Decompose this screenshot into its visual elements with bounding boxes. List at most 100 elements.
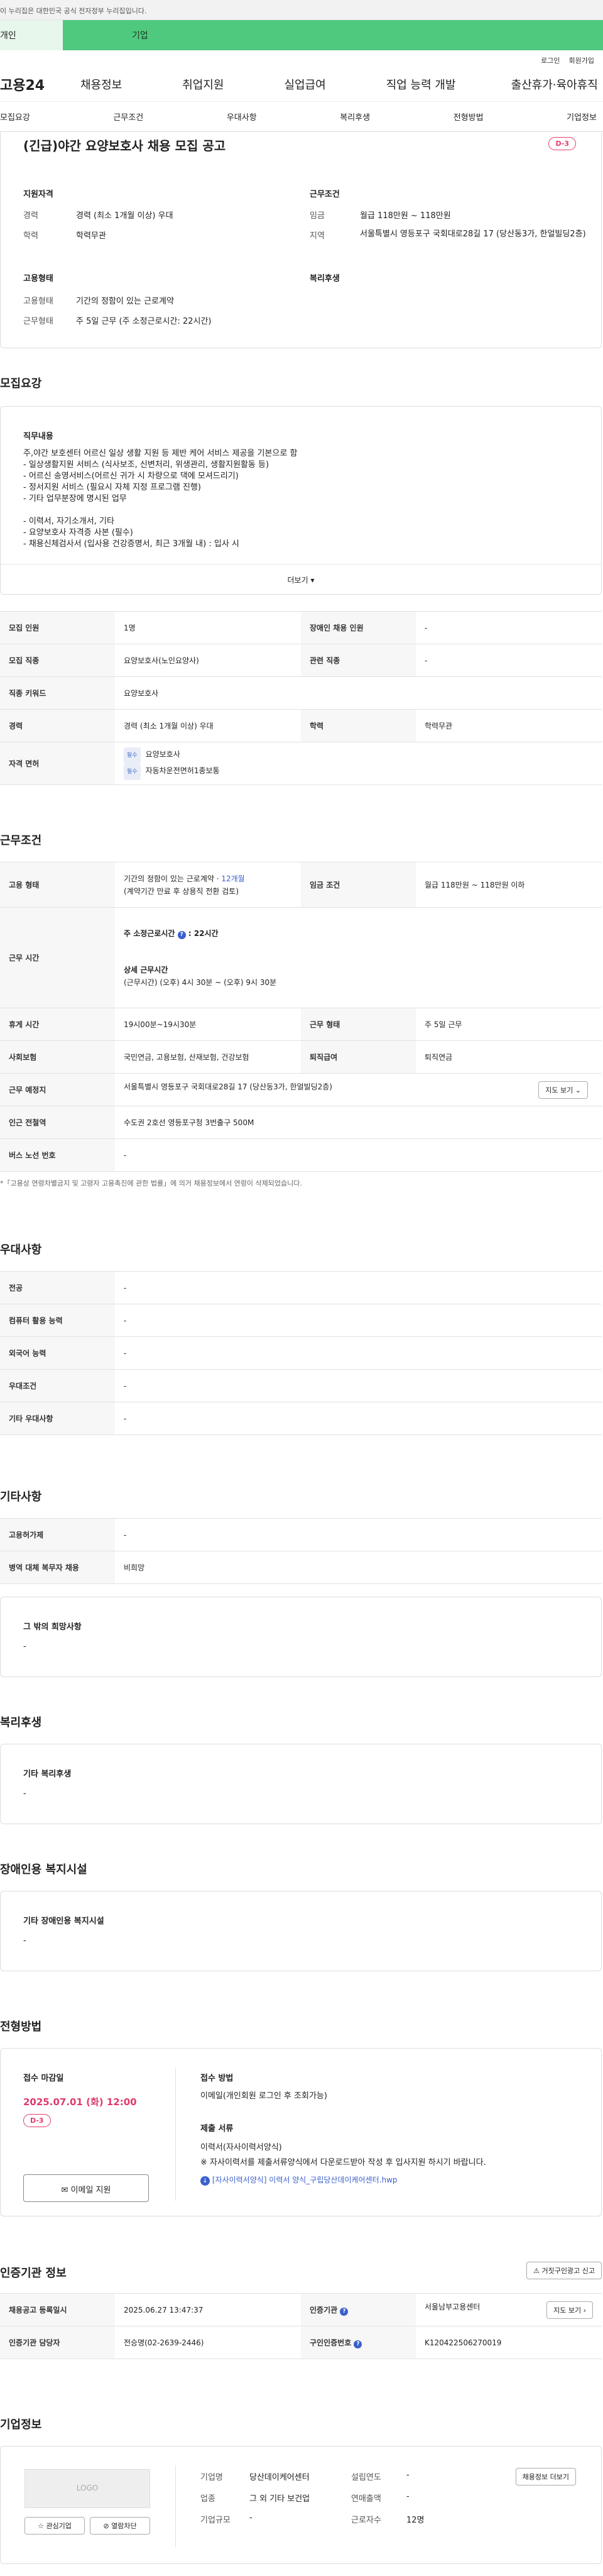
map-button[interactable]: 지도 보기 ⌄: [538, 1081, 588, 1099]
info-icon[interactable]: ?: [177, 930, 186, 939]
org-label-text: 인증기관: [310, 2305, 338, 2315]
download-filename: [자사이력서양식] 이력서 양식_구립당산데이케어센터.hwp: [212, 2176, 398, 2184]
table-row: 버스 노선 번호 -: [0, 1138, 602, 1172]
type-title: 고용형태: [23, 274, 53, 283]
subnav-recruit[interactable]: 모집요강: [0, 111, 30, 123]
subnav-process[interactable]: 전형방법: [454, 111, 484, 123]
welfare-heading: 복리후생: [0, 1716, 42, 1729]
subnav-welfare[interactable]: 복리후생: [340, 111, 370, 123]
subnav-work-conditions[interactable]: 근무조건: [113, 111, 143, 123]
welfare-box: 기타 복리후생 -: [0, 1744, 602, 1824]
company-name-val: 당산데이케어센터: [249, 2473, 310, 2482]
gnb-item-jobs[interactable]: 채용정보: [80, 76, 122, 92]
gnb-item-employment-support[interactable]: 취업지원: [182, 76, 224, 92]
required-chip: 필수: [124, 763, 141, 780]
work-form-val: 주 5일 근무: [416, 1008, 602, 1041]
email-apply-label: 이메일 지원: [70, 2186, 111, 2195]
career-val: 경력 (최소 1개월 이상) 우대: [115, 709, 301, 742]
gnb-item-parental-leave[interactable]: 출산휴가·육아휴직: [511, 76, 598, 92]
email-apply-button[interactable]: ✉ 이메일 지원: [23, 2174, 149, 2202]
pref-language-label: 외국어 능력: [0, 1336, 115, 1370]
table-row: 모집 직종 요양보호사(노인요양사) 관련 직종 -: [0, 644, 602, 677]
disabled-val: -: [23, 1936, 26, 1946]
tab-company[interactable]: 기업: [63, 20, 603, 50]
report-button[interactable]: ⚠ 거짓구인광고 신고: [526, 2262, 602, 2279]
age-notice: *「고용상 연령차별금지 및 고령자 고용촉진에 관한 법률」에 의거 채용정보…: [0, 1179, 302, 1187]
block-view-button[interactable]: ⊘ 열람차단: [90, 2517, 150, 2535]
dday-badge: D-3: [548, 137, 576, 150]
duty-box: 직무내용 주,야간 보호센터 어르신 일상 생활 지원 등 제반 케어 서비스 …: [0, 406, 602, 595]
info-icon[interactable]: ?: [340, 2307, 349, 2316]
process-box: 접수 마감일 2025.07.01 (화) 12:00 D-3 ✉ 이메일 지원…: [0, 2048, 602, 2216]
disabled-heading: 장애인용 복지시설: [0, 1863, 87, 1876]
subnav-company[interactable]: 기업정보: [567, 111, 597, 123]
keyword-val: 요양보호사: [115, 676, 602, 710]
duty-line: - 요양보호사 자격증 사본 (필수): [23, 528, 133, 537]
license-item: 필수 요양보호사: [124, 747, 593, 764]
disabled-count-val: -: [416, 611, 602, 644]
subnav-preferences[interactable]: 우대사항: [227, 111, 257, 123]
pref-heading: 우대사항: [0, 1243, 42, 1257]
duty-line: - 기타 업무분장에 명시된 업무: [23, 494, 127, 504]
gnb-item-unemployment-benefit[interactable]: 실업급여: [285, 76, 326, 92]
license-label: 자격 면허: [0, 742, 115, 785]
cond-wage-val: 월급 118만원 ~ 118만원: [360, 211, 451, 221]
pref-computer-val: -: [115, 1304, 602, 1337]
other-wish-box: 그 밖의 희망사항 -: [0, 1597, 602, 1677]
place-val: 서울특별시 영등포구 국회대로28길 17 (당산동3가, 한얼빌딩2층) 지도…: [115, 1073, 602, 1106]
other-wish-val: -: [23, 1642, 26, 1651]
process-heading: 전형방법: [0, 2020, 42, 2034]
emp-type-text: 기간의 정함이 있는 근로계약 ·: [124, 874, 222, 883]
industry-label: 업종: [200, 2494, 215, 2504]
company-divider: [175, 2465, 176, 2547]
duty-line: - 채용신체검사서 (입사용 건강증명서, 최근 3개월 내) : 입사 시: [23, 539, 239, 549]
place-address: 서울특별시 영등포구 국회대로28길 17 (당산동3가, 한얼빌딩2층): [124, 1082, 332, 1091]
military-val: 비희망: [115, 1551, 602, 1584]
tab-individual[interactable]: 개인: [0, 20, 63, 50]
emp-type-val: 기간의 정함이 있는 근로계약 · 12개월 (계약기간 만료 후 상용직 전환…: [115, 862, 301, 908]
emp-type-label: 고용 형태: [0, 862, 115, 908]
info-icon[interactable]: ?: [354, 2340, 362, 2348]
disabled-title: 기타 장애인용 복지시설: [23, 1917, 104, 1926]
org-map-button[interactable]: 지도 보기 ›: [546, 2301, 593, 2319]
join-link[interactable]: 회원가입: [569, 57, 594, 65]
more-button[interactable]: 더보기 ▾: [1, 564, 601, 594]
type-emp-val: 기간의 정함이 있는 근로계약: [76, 297, 174, 306]
related-job-val: -: [416, 644, 602, 677]
company-box: LOGO ☆ 관심기업 ⊘ 열람차단 기업명 당산데이케어센터 설립연도 - 업…: [0, 2446, 602, 2564]
reg-date-label: 채용공고 등록일시: [0, 2293, 115, 2326]
wage-val: 월급 118만원 ~ 118만원 이하: [416, 862, 602, 908]
chevron-down-icon: ⌄: [575, 1086, 581, 1094]
work-table: 고용 형태 기간의 정함이 있는 근로계약 · 12개월 (계약기간 만료 후 …: [0, 862, 602, 1172]
download-link[interactable]: ↓ [자사이력서양식] 이력서 양식_구립당산데이케어센터.hwp: [200, 2174, 398, 2186]
agency-table: 채용공고 등록일시 2025.06.27 13:47:37 인증기관 ? 서울남…: [0, 2293, 602, 2359]
duty-line: [23, 505, 297, 516]
disabled-box: 기타 장애인용 복지시설 -: [0, 1891, 602, 1971]
table-row: 인근 전철역 수도권 2호선 영등포구청 3번출구 500M: [0, 1106, 602, 1139]
site-logo[interactable]: 고용24: [0, 74, 80, 94]
job-summary-card: (긴급)야간 요양보호사 채용 모집 공고 D-3 지원자격 근무조건 경력 경…: [0, 132, 602, 348]
founded-val: -: [406, 2470, 410, 2480]
report-label: 거짓구인광고 신고: [541, 2267, 595, 2275]
tab-company-label: 기업: [132, 31, 148, 41]
manager-val: 전승명(02-2639-2446): [115, 2326, 301, 2359]
org-name: 서울남부고용센터: [425, 2302, 481, 2311]
gnb-item-skill-development[interactable]: 직업 능력 개발: [386, 76, 456, 92]
job-type-val: 요양보호사(노인요양사): [115, 644, 301, 677]
user-type-tabs: 개인 기업: [0, 20, 603, 50]
weekly-hours-val: 22시간: [193, 928, 219, 938]
star-icon: ☆: [38, 2522, 44, 2530]
disabled-count-label: 장애인 채용 인원: [301, 611, 416, 644]
emp-type-note: (계약기간 만료 후 상용직 전환 검토): [124, 886, 239, 896]
more-jobs-button[interactable]: 채용정보 더보기: [515, 2468, 576, 2485]
table-row: 직종 키워드 요양보호사: [0, 676, 602, 710]
industry-val: 그 외 기타 보건업: [249, 2494, 310, 2504]
company-size-val: -: [249, 2513, 253, 2523]
table-row: 휴게 시간 19시00분~19시30분 근무 형태 주 5일 근무: [0, 1008, 602, 1041]
process-divider: [175, 2067, 176, 2201]
favorite-company-button[interactable]: ☆ 관심기업: [24, 2517, 85, 2535]
employees-label: 근로자수: [351, 2516, 381, 2525]
license-name: 요양보호사: [145, 749, 180, 759]
report-icon: ⚠: [533, 2267, 540, 2275]
login-link[interactable]: 로그인: [541, 57, 560, 65]
